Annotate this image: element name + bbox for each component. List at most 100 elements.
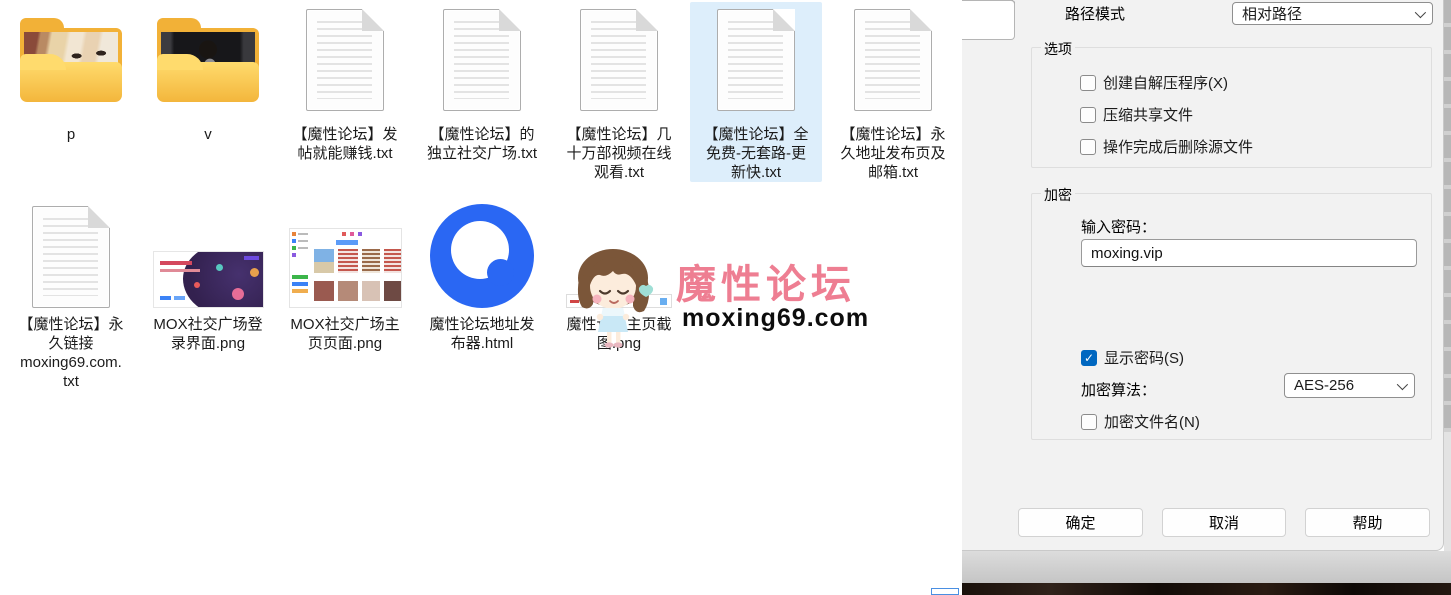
file-label: 魔性论坛地址发 布器.html (429, 315, 534, 353)
file-label: MOX社交广场登 录界面.png (153, 315, 262, 353)
file-item[interactable]: 【魔性论坛】永 久链接 moxing69.com. txt (5, 196, 137, 391)
checkbox-label: 操作完成后删除源文件 (1103, 136, 1253, 157)
password-input[interactable] (1081, 239, 1417, 267)
options-group: 选项 创建自解压程序(X) 压缩共享文件 操作完成后删除源文件 (1031, 47, 1432, 168)
file-label: MOX社交广场主 页页面.png (290, 315, 399, 353)
checkbox-encrypt-filenames[interactable]: 加密文件名(N) (1081, 411, 1200, 432)
folder-icon (157, 18, 259, 102)
file-item[interactable]: MOX社交广场登 录界面.png (142, 196, 274, 353)
checkbox-label: 显示密码(S) (1104, 347, 1184, 368)
file-icon-box (279, 2, 411, 118)
file-label: 【魔性论坛】永 久地址发布页及 邮箱.txt (840, 125, 945, 182)
file-label: p (67, 125, 75, 144)
file-icon-box (690, 2, 822, 118)
file-label: 魔性论坛主页截 图.png (566, 315, 671, 353)
file-icon-box (142, 196, 274, 308)
checkbox-checked-icon[interactable] (1081, 350, 1097, 366)
file-item[interactable]: 魔性论坛主页截 图.png (553, 196, 685, 353)
text-lines (317, 21, 372, 99)
options-group-title: 选项 (1041, 39, 1075, 59)
chevron-down-icon (1415, 6, 1426, 17)
page-fold (88, 206, 110, 228)
file-icon-box (142, 2, 274, 118)
screen: p v 【魔性论坛】发 帖就能赚钱.txt 【魔性论坛】的 独立社交广场.txt 【魔性… (0, 0, 1451, 595)
checkbox-icon[interactable] (1080, 139, 1096, 155)
page-fold (362, 9, 384, 31)
text-lines (728, 21, 783, 99)
text-file-icon (580, 9, 658, 111)
algorithm-select[interactable]: AES-256 (1284, 373, 1415, 398)
encryption-group-title: 加密 (1041, 185, 1075, 205)
encryption-group: 加密 输入密码： 显示密码(S) 加密算法： AES-256 加密文件名(N) (1031, 193, 1432, 440)
text-file-icon (854, 9, 932, 111)
chevron-down-icon (1397, 378, 1408, 389)
folder-icon (20, 18, 122, 102)
file-item[interactable]: 【魔性论坛】全 免费-无套路-更 新快.txt (690, 2, 822, 182)
watermark-title: 魔性论坛 (676, 252, 856, 310)
archive-dialog: / 12 18 MB 路径模式 相对路径 选项 创建自解压程序(X) 压缩共享文… (962, 0, 1444, 551)
file-item[interactable]: 【魔性论坛】永 久地址发布页及 邮箱.txt (827, 2, 959, 182)
text-lines (865, 21, 920, 99)
ok-button[interactable]: 确定 (1018, 508, 1143, 537)
text-lines (43, 218, 98, 296)
file-label: 【魔性论坛】永 久链接 moxing69.com. txt (18, 315, 123, 391)
image-thumbnail-screenshot (566, 294, 672, 308)
checkbox-label: 创建自解压程序(X) (1103, 72, 1228, 93)
file-item[interactable]: 【魔性论坛】几 十万部视频在线 观看.txt (553, 2, 685, 182)
page-fold (499, 9, 521, 31)
page-fold (636, 9, 658, 31)
file-icon-box (553, 196, 685, 308)
checkbox-icon[interactable] (1081, 414, 1097, 430)
file-icon-box (827, 2, 959, 118)
file-item[interactable]: MOX社交广场主 页页面.png (279, 196, 411, 353)
file-label: 【魔性论坛】几 十万部视频在线 观看.txt (566, 125, 671, 182)
path-mode-value: 相对路径 (1242, 3, 1302, 24)
file-label: v (204, 125, 212, 144)
checkbox-show-password[interactable]: 显示密码(S) (1081, 347, 1184, 368)
file-item[interactable]: 【魔性论坛】的 独立社交广场.txt (416, 2, 548, 163)
checkbox-delete-source[interactable]: 操作完成后删除源文件 (1080, 136, 1253, 157)
file-item[interactable]: 【魔性论坛】发 帖就能赚钱.txt (279, 2, 411, 163)
file-icon-box (416, 196, 548, 308)
file-icon-box (5, 2, 137, 118)
path-mode-select[interactable]: 相对路径 (1232, 2, 1433, 25)
page-fold (773, 9, 795, 31)
file-item[interactable]: p (5, 2, 137, 144)
file-item[interactable]: v (142, 2, 274, 144)
file-label: 【魔性论坛】全 免费-无套路-更 新快.txt (703, 125, 808, 182)
text-file-icon (306, 9, 384, 111)
cancel-button[interactable]: 取消 (1162, 508, 1286, 537)
algorithm-value: AES-256 (1294, 377, 1354, 394)
background-window-band (962, 551, 1451, 583)
checkbox-create-sfx[interactable]: 创建自解压程序(X) (1080, 72, 1228, 93)
page-fold (910, 9, 932, 31)
text-lines (454, 21, 509, 99)
file-icon-box (279, 196, 411, 308)
checkbox-shared-archive[interactable]: 压缩共享文件 (1080, 104, 1193, 125)
file-item[interactable]: 魔性论坛地址发 布器.html (416, 196, 548, 353)
quark-browser-icon (430, 204, 534, 308)
path-mode-label: 路径模式 (1065, 3, 1125, 24)
file-icon-box (553, 2, 685, 118)
folder-front (157, 62, 259, 102)
algorithm-label: 加密算法： (1081, 379, 1156, 400)
file-icon-box (5, 196, 137, 308)
window-edge-scrollbar (1444, 0, 1451, 551)
watermark-domain: moxing69.com (682, 304, 869, 333)
image-thumbnail-login (153, 251, 264, 308)
text-file-icon (443, 9, 521, 111)
file-icon-box (416, 2, 548, 118)
password-label: 输入密码： (1081, 216, 1156, 237)
background-dark-strip (962, 583, 1451, 595)
file-label: 【魔性论坛】发 帖就能赚钱.txt (292, 125, 397, 163)
left-partial-field[interactable] (962, 0, 1015, 40)
help-button[interactable]: 帮助 (1305, 508, 1430, 537)
text-file-icon (32, 206, 110, 308)
text-file-icon (717, 9, 795, 111)
checkbox-label: 加密文件名(N) (1104, 411, 1200, 432)
image-thumbnail-home (289, 228, 402, 308)
text-lines (591, 21, 646, 99)
checkbox-icon[interactable] (1080, 107, 1096, 123)
folder-front (20, 62, 122, 102)
checkbox-icon[interactable] (1080, 75, 1096, 91)
